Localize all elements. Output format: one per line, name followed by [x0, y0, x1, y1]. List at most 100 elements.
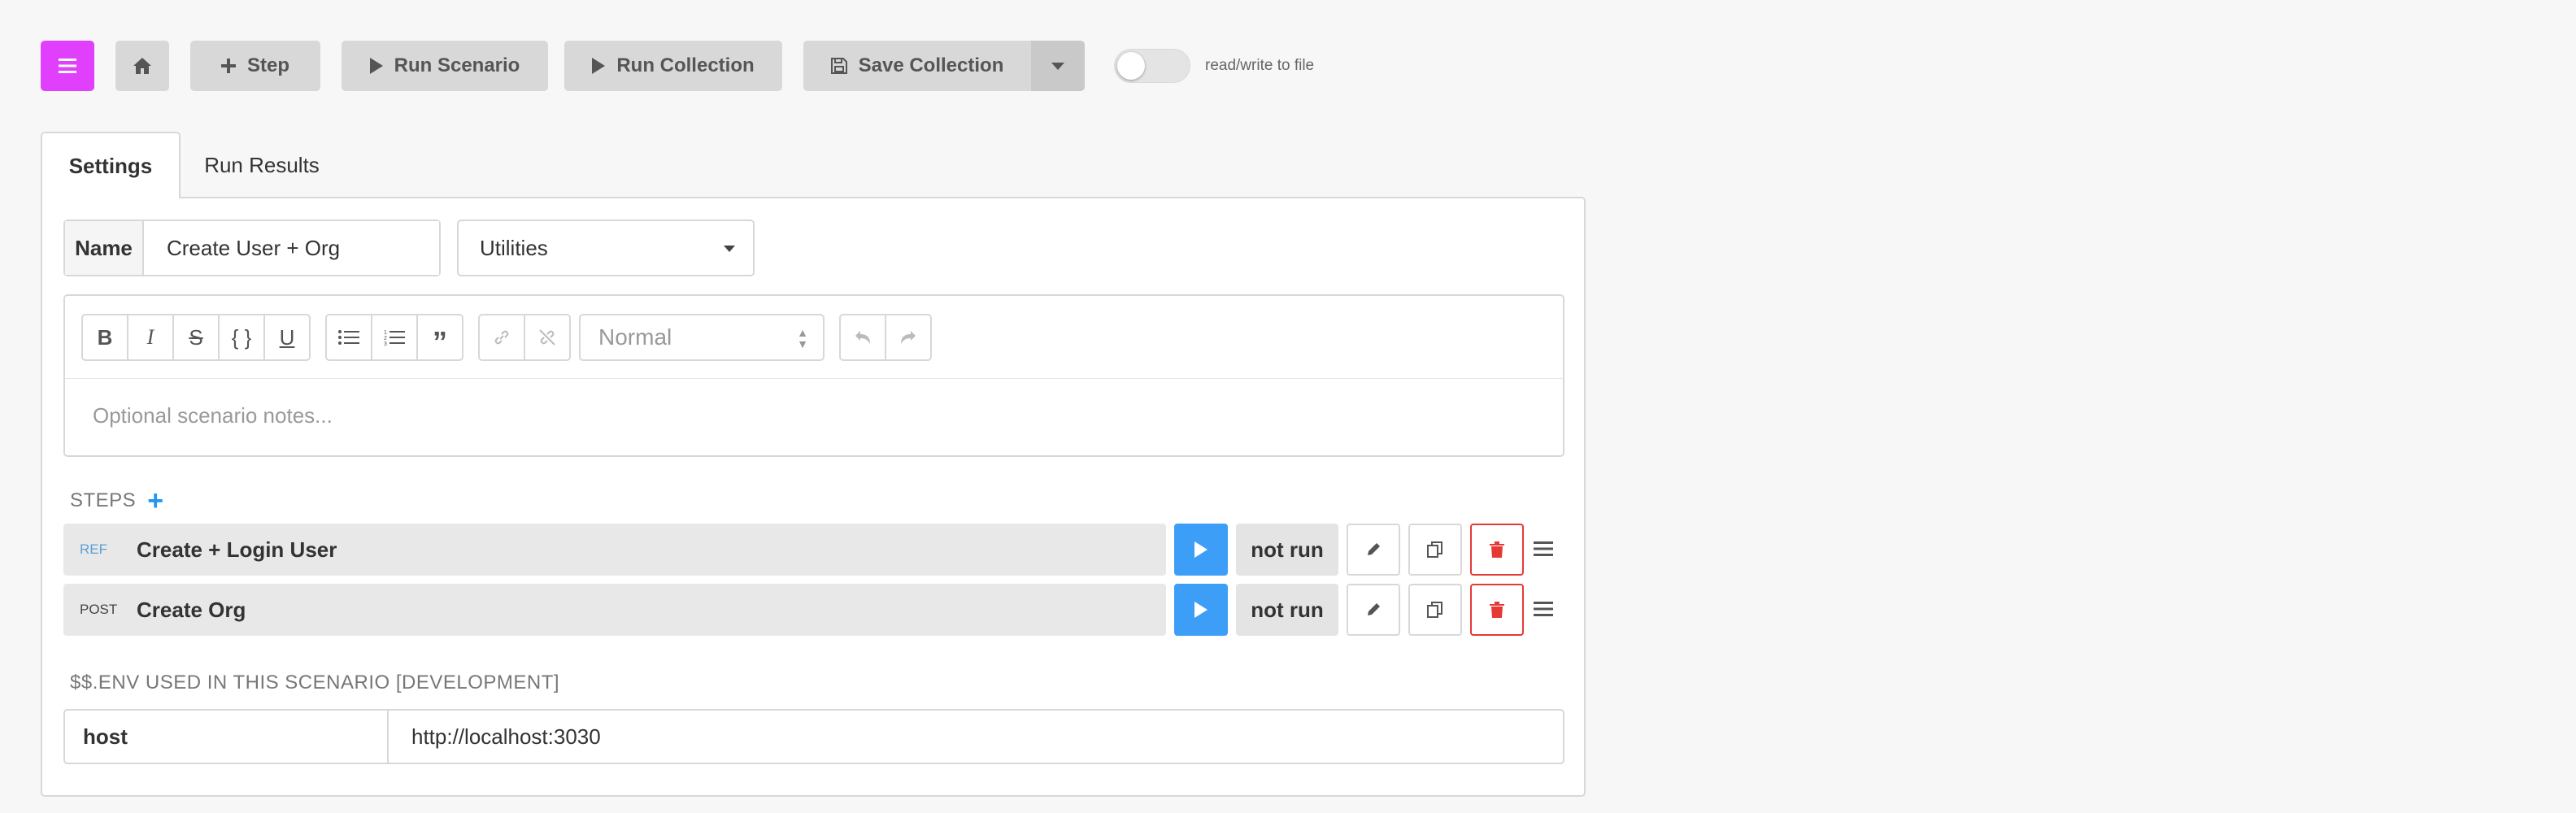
play-icon [592, 58, 606, 74]
settings-panel: Name Utilities B I S { } U 123 ” [41, 197, 1586, 797]
bold-button[interactable]: B [81, 314, 128, 361]
category-selected-value: Utilities [480, 235, 548, 260]
copy-icon [1427, 602, 1442, 618]
toggle-knob [1117, 52, 1145, 80]
redo-icon [901, 331, 916, 344]
step-method-badge: POST [80, 602, 118, 617]
read-write-toggle[interactable] [1114, 49, 1190, 83]
drag-handle-icon [1534, 541, 1553, 556]
hamburger-icon [59, 59, 76, 73]
play-icon [1194, 541, 1208, 558]
top-toolbar: Step Run Scenario Run Collection Save Co… [41, 41, 1423, 91]
step-method-badge: REF [80, 541, 107, 557]
bullet-list-button[interactable] [325, 314, 372, 361]
drag-handle[interactable] [1534, 600, 1553, 622]
delete-step-button[interactable] [1470, 584, 1524, 636]
code-icon: { } [231, 324, 252, 350]
text-format-value: Normal [598, 324, 672, 350]
svg-text:3: 3 [384, 341, 387, 346]
numbered-list-icon: 123 [384, 330, 405, 346]
name-input[interactable] [144, 221, 439, 275]
run-scenario-label: Run Scenario [394, 54, 520, 76]
copy-icon [1427, 541, 1442, 558]
bold-icon: B [97, 324, 113, 350]
link-icon [494, 330, 509, 345]
env-value: http://localhost:3030 [411, 724, 601, 749]
menu-button[interactable] [41, 41, 94, 91]
steps-title: STEPS [70, 489, 137, 511]
caret-down-icon [724, 246, 735, 252]
caret-down-icon [1051, 62, 1064, 70]
editor-toolbar: B I S { } U 123 ” Normal ▲ ▼ [65, 296, 1563, 379]
strikethrough-icon: S [189, 324, 203, 350]
drag-handle-icon [1534, 602, 1553, 616]
notes-editor: B I S { } U 123 ” Normal ▲ ▼ Optional sc… [63, 294, 1564, 457]
edit-step-button[interactable] [1347, 524, 1400, 576]
pencil-icon [1368, 543, 1380, 555]
save-collection-button[interactable]: Save Collection [803, 41, 1031, 91]
copy-step-button[interactable] [1408, 584, 1462, 636]
delete-step-button[interactable] [1470, 524, 1524, 576]
play-icon [1194, 602, 1208, 618]
step-name: Create Org [137, 597, 246, 622]
play-icon [369, 58, 383, 74]
add-step-label: Step [246, 54, 289, 76]
step-main[interactable]: POST Create Org [63, 584, 1166, 636]
quote-icon: ” [433, 325, 447, 359]
run-collection-label: Run Collection [616, 54, 755, 76]
undo-button[interactable] [839, 314, 886, 361]
copy-step-button[interactable] [1408, 524, 1462, 576]
pencil-icon [1368, 603, 1380, 615]
steps-header: STEPS + [70, 487, 164, 515]
underline-icon: U [279, 324, 295, 350]
add-step-plus-icon[interactable]: + [147, 487, 163, 515]
underline-button[interactable]: U [263, 314, 311, 361]
drag-handle[interactable] [1534, 540, 1553, 562]
bullet-list-icon [338, 330, 359, 345]
italic-button[interactable]: I [127, 314, 174, 361]
edit-step-button[interactable] [1347, 584, 1400, 636]
step-name: Create + Login User [137, 537, 337, 562]
blockquote-button[interactable]: ” [416, 314, 463, 361]
undo-icon [855, 331, 870, 344]
home-icon [133, 58, 151, 74]
add-step-button[interactable]: Step [190, 41, 320, 91]
env-header: $$.ENV USED IN THIS SCENARIO [DEVELOPMEN… [70, 672, 560, 693]
save-options-dropdown[interactable] [1031, 41, 1085, 91]
trash-icon [1490, 602, 1504, 618]
svg-text:1: 1 [384, 330, 387, 336]
step-main[interactable]: REF Create + Login User [63, 524, 1166, 576]
save-icon [830, 58, 847, 74]
step-status: not run [1236, 584, 1338, 636]
run-collection-button[interactable]: Run Collection [564, 41, 782, 91]
link-button[interactable] [478, 314, 525, 361]
strikethrough-button[interactable]: S [172, 314, 220, 361]
notes-placeholder[interactable]: Optional scenario notes... [93, 403, 333, 428]
env-row: host http://localhost:3030 [63, 709, 1564, 764]
unlink-button[interactable] [524, 314, 571, 361]
name-label: Name [65, 221, 144, 275]
save-collection-label: Save Collection [858, 54, 1004, 76]
trash-icon [1490, 541, 1504, 558]
category-select[interactable]: Utilities [457, 220, 755, 276]
tab-settings[interactable]: Settings [41, 132, 181, 198]
step-row[interactable]: REF Create + Login User not run [63, 524, 1564, 576]
text-format-select[interactable]: Normal ▲ ▼ [579, 314, 825, 361]
run-scenario-button[interactable]: Run Scenario [342, 41, 548, 91]
unlink-icon [539, 329, 555, 346]
redo-button[interactable] [885, 314, 932, 361]
italic-icon: I [146, 325, 154, 349]
home-button[interactable] [115, 41, 169, 91]
run-step-button[interactable] [1174, 584, 1228, 636]
toggle-label: read/write to file [1205, 57, 1315, 74]
env-key: host [65, 711, 389, 763]
svg-text:2: 2 [384, 336, 387, 341]
step-row[interactable]: POST Create Org not run [63, 584, 1564, 636]
code-button[interactable]: { } [218, 314, 265, 361]
tab-run-results[interactable]: Run Results [181, 132, 343, 198]
plus-icon [220, 59, 236, 73]
run-step-button[interactable] [1174, 524, 1228, 576]
numbered-list-button[interactable]: 123 [371, 314, 418, 361]
step-status: not run [1236, 524, 1338, 576]
name-field-group: Name [63, 220, 441, 276]
